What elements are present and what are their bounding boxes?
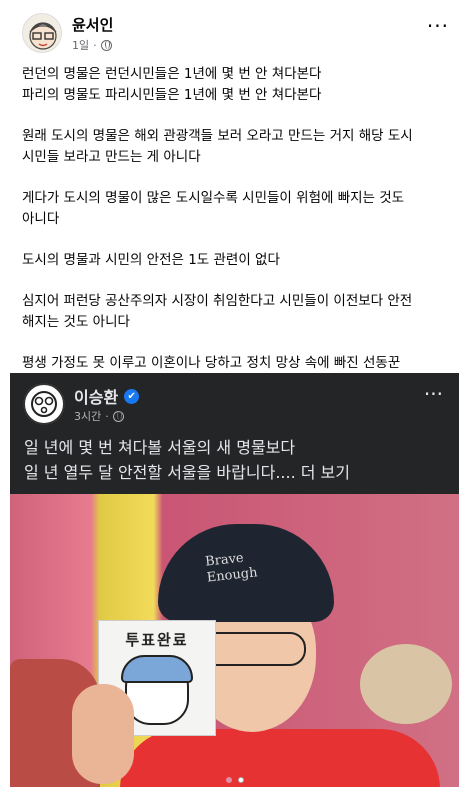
more-options-icon[interactable]: ··· [427,14,449,38]
shared-post-meta: 3시간 · [74,408,124,424]
carousel-dot-active[interactable] [237,777,244,783]
shared-post-text-content: 일 년에 몇 번 쳐다볼 서울의 새 명물보다 일 년 열두 달 안전할 서울을… [24,438,350,482]
meta-separator: · [105,409,109,423]
globe-icon [112,410,124,422]
post-author-name[interactable]: 윤서인 [72,14,113,35]
shared-post-photo[interactable]: Brave Enough 투표완료 [10,494,459,787]
post-body: 런던의 명물은 런던시민들은 1년에 몇 번 안 쳐다본다 파리의 명물도 파리… [22,64,452,415]
photo-hand [72,684,134,784]
shared-post-time[interactable]: 3시간 [74,408,101,424]
shared-author-line: 이승환 ✔ [74,384,140,408]
shared-post-text[interactable]: 일 년에 몇 번 쳐다볼 서울의 새 명물보다 일 년 열두 달 안전할 서울을… [24,435,444,485]
photo-plush-toy [360,644,452,724]
globe-icon [100,39,112,51]
photo-cap-text: Brave Enough [204,550,259,586]
post-paragraph: 런던의 명물은 런던시민들은 1년에 몇 번 안 쳐다본다 파리의 명물도 파리… [22,66,322,103]
author-avatar[interactable] [22,13,62,53]
verified-badge-icon: ✔ [124,388,140,404]
post-header: 윤서인 1일 · ··· [0,0,469,58]
shared-post-card[interactable]: 이승환 ✔ 3시간 · ··· 일 년에 몇 번 쳐다볼 서울의 새 명물보다 … [10,373,459,787]
post-paragraph: 게다가 도시의 명물이 많은 도시일수록 시민들이 위험에 빠지는 것도 아니다 [22,190,405,227]
post-paragraph: 원래 도시의 명물은 해외 관광객들 보러 오라고 만드는 거지 해당 도시 시… [22,128,413,165]
vote-card-hair [121,655,193,683]
shared-author-name[interactable]: 이승환 [74,384,118,408]
post-meta: 1일 · [72,37,112,53]
post-paragraph: 도시의 명물과 시민의 안전은 1도 관련이 없다 [22,252,280,268]
post-time[interactable]: 1일 [72,37,89,53]
vote-card-text: 투표완료 [125,631,189,649]
post-paragraph: 심지어 퍼런당 공산주의자 시장이 취임한다고 시민들이 이전보다 안전 해지는… [22,293,413,330]
carousel-dot[interactable] [225,777,232,783]
meta-separator: · [93,38,97,52]
more-options-icon[interactable]: ··· [424,382,443,406]
shared-author-avatar[interactable] [23,383,65,425]
carousel-indicator [0,777,469,789]
